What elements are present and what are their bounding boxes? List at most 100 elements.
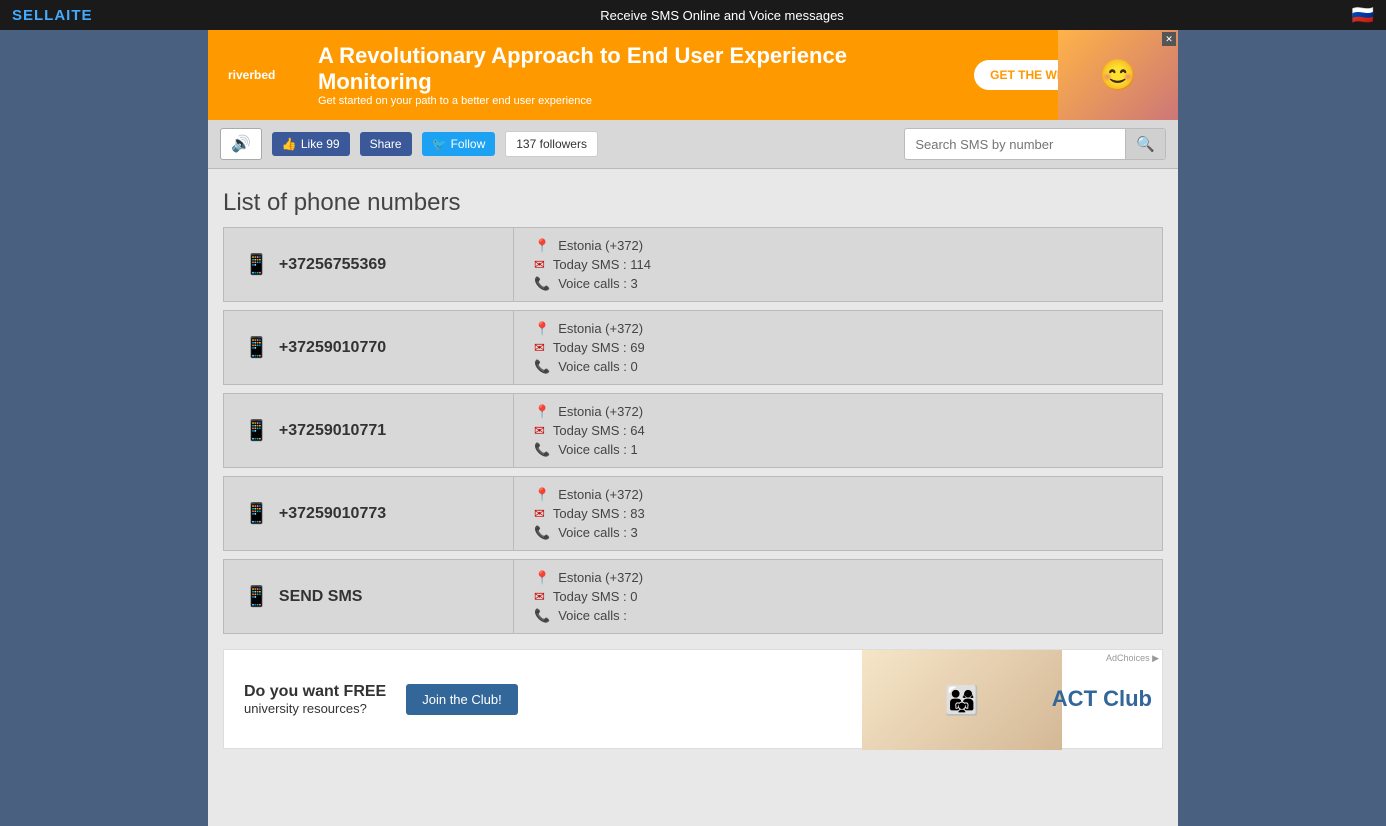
sms-today-value: Today SMS : 114 bbox=[553, 257, 651, 272]
phone-number-link-4[interactable]: 📱 +37259010773 bbox=[224, 477, 514, 550]
phone-icon: 📱 bbox=[244, 252, 269, 277]
phone-number-value: +37256755369 bbox=[279, 256, 386, 274]
ad-banner-top: riverbed A Revolutionary Approach to End… bbox=[208, 30, 1178, 120]
flag-icon: 🇷🇺 bbox=[1352, 5, 1374, 26]
page-title: List of phone numbers bbox=[223, 189, 1163, 217]
ad-bottom-cta-button[interactable]: Join the Club! bbox=[406, 684, 518, 715]
voice-calls-value: Voice calls : 3 bbox=[558, 525, 638, 540]
mail-icon: ✉ bbox=[534, 589, 545, 605]
search-area: 🔍 bbox=[904, 128, 1166, 160]
send-sms-details: 📍 Estonia (+372) ✉ Today SMS : 0 📞 Voice… bbox=[514, 560, 1162, 633]
main-wrapper: riverbed A Revolutionary Approach to End… bbox=[208, 30, 1178, 826]
voice-icon: 📞 bbox=[534, 608, 550, 624]
mail-icon: ✉ bbox=[534, 423, 545, 439]
phone-icon: 📱 bbox=[244, 335, 269, 360]
toolbar: 🔊 👍 Like 99 Share 🐦 Follow 137 followers… bbox=[208, 120, 1178, 169]
location-icon: 📍 bbox=[534, 570, 550, 586]
table-row: 📱 +37259010773 📍 Estonia (+372) ✉ Today … bbox=[223, 476, 1163, 551]
followers-count: 137 bbox=[516, 137, 536, 151]
voice-row: 📞 Voice calls : 3 bbox=[534, 276, 1142, 292]
adchoices-label: AdChoices ▶ bbox=[1106, 653, 1159, 664]
share-label: Share bbox=[370, 137, 402, 151]
ad-bottom-cta-label: Join the Club! bbox=[422, 692, 502, 707]
ad-headline: A Revolutionary Approach to End User Exp… bbox=[318, 43, 954, 96]
country-value: Estonia (+372) bbox=[558, 404, 643, 419]
location-icon: 📍 bbox=[534, 321, 550, 337]
voice-icon: 📞 bbox=[534, 276, 550, 292]
phone-details-4: 📍 Estonia (+372) ✉ Today SMS : 83 📞 Voic… bbox=[514, 477, 1162, 550]
send-sms-button[interactable]: 📱 SEND SMS bbox=[224, 560, 514, 633]
phone-icon: 📱 bbox=[244, 584, 269, 609]
page-title-area: List of phone numbers bbox=[208, 169, 1178, 227]
ad-bottom-headline2: university resources? bbox=[244, 701, 386, 716]
country-value: Estonia (+372) bbox=[558, 487, 643, 502]
table-row: 📱 +37256755369 📍 Estonia (+372) ✉ Today … bbox=[223, 227, 1163, 302]
phone-number-link-2[interactable]: 📱 +37259010770 bbox=[224, 311, 514, 384]
country-value: Estonia (+372) bbox=[558, 238, 643, 253]
send-sms-row: 📱 SEND SMS 📍 Estonia (+372) ✉ Today SMS … bbox=[223, 559, 1163, 634]
topbar: SELLAITE Receive SMS Online and Voice me… bbox=[0, 0, 1386, 30]
facebook-share-button[interactable]: Share bbox=[360, 132, 412, 156]
location-icon: 📍 bbox=[534, 238, 550, 254]
twitter-follow-button[interactable]: 🐦 Follow bbox=[422, 132, 496, 156]
table-row: 📱 +37259010770 📍 Estonia (+372) ✉ Today … bbox=[223, 310, 1163, 385]
follow-label: Follow bbox=[451, 137, 486, 151]
location-icon: 📍 bbox=[534, 487, 550, 503]
voice-icon: 📞 bbox=[534, 442, 550, 458]
tagline: Receive SMS Online and Voice messages bbox=[93, 8, 1352, 23]
phone-details-2: 📍 Estonia (+372) ✉ Today SMS : 69 📞 Voic… bbox=[514, 311, 1162, 384]
like-label: Like 99 bbox=[301, 137, 340, 151]
voice-icon: 📞 bbox=[534, 359, 550, 375]
mail-icon: ✉ bbox=[534, 506, 545, 522]
sms-today-value: Today SMS : 64 bbox=[553, 423, 645, 438]
act-logo: ACT Club bbox=[1052, 686, 1152, 712]
ad-bottom-text: Do you want FREE university resources? bbox=[244, 683, 386, 716]
sms-today-value: Today SMS : 69 bbox=[553, 340, 645, 355]
mail-icon: ✉ bbox=[534, 257, 545, 273]
send-sms-label: SEND SMS bbox=[279, 588, 363, 606]
country-value: Estonia (+372) bbox=[558, 570, 643, 585]
thumbs-up-icon: 👍 bbox=[282, 137, 297, 151]
ad-brand: riverbed bbox=[228, 68, 298, 82]
facebook-like-button[interactable]: 👍 Like 99 bbox=[272, 132, 350, 156]
table-row: 📱 +37259010771 📍 Estonia (+372) ✉ Today … bbox=[223, 393, 1163, 468]
sms-today-value: Today SMS : 0 bbox=[553, 589, 638, 604]
ad-text: A Revolutionary Approach to End User Exp… bbox=[318, 43, 954, 108]
phone-number-link-3[interactable]: 📱 +37259010771 bbox=[224, 394, 514, 467]
country-row: 📍 Estonia (+372) bbox=[534, 238, 1142, 254]
phone-details-3: 📍 Estonia (+372) ✉ Today SMS : 64 📞 Voic… bbox=[514, 394, 1162, 467]
ad-photo: 😊 bbox=[1058, 30, 1178, 120]
phone-number-value: +37259010770 bbox=[279, 339, 386, 357]
sound-button[interactable]: 🔊 bbox=[220, 128, 262, 160]
phone-number-link-1[interactable]: 📱 +37256755369 bbox=[224, 228, 514, 301]
country-value: Estonia (+372) bbox=[558, 321, 643, 336]
ad-inner: riverbed A Revolutionary Approach to End… bbox=[208, 30, 1178, 120]
mail-icon: ✉ bbox=[534, 340, 545, 356]
search-input[interactable] bbox=[905, 131, 1125, 158]
phone-details-1: 📍 Estonia (+372) ✉ Today SMS : 114 📞 Voi… bbox=[514, 228, 1162, 301]
search-button[interactable]: 🔍 bbox=[1125, 129, 1165, 159]
phone-icon: 📱 bbox=[244, 418, 269, 443]
followers-badge: 137 followers bbox=[505, 131, 598, 157]
site-logo: SELLAITE bbox=[12, 7, 93, 24]
voice-icon: 📞 bbox=[534, 525, 550, 541]
ad-banner-bottom: AdChoices ▶ Do you want FREE university … bbox=[223, 649, 1163, 749]
ad-bottom-headline: Do you want FREE bbox=[244, 683, 386, 701]
sms-row: ✉ Today SMS : 114 bbox=[534, 257, 1142, 273]
voice-calls-value: Voice calls : 0 bbox=[558, 359, 638, 374]
ad-subtext: Get started on your path to a better end… bbox=[318, 95, 954, 107]
phone-list: 📱 +37256755369 📍 Estonia (+372) ✉ Today … bbox=[208, 227, 1178, 634]
voice-calls-value: Voice calls : 3 bbox=[558, 276, 638, 291]
voice-calls-value: Voice calls : 1 bbox=[558, 442, 638, 457]
logo-text: SELLAITE bbox=[12, 7, 93, 24]
followers-label: followers bbox=[540, 137, 587, 151]
sms-today-value: Today SMS : 83 bbox=[553, 506, 645, 521]
voice-calls-value: Voice calls : bbox=[558, 608, 627, 623]
sound-icon: 🔊 bbox=[231, 136, 251, 153]
ad-bottom-photo: 👨‍👩‍👧 bbox=[862, 650, 1062, 750]
phone-icon: 📱 bbox=[244, 501, 269, 526]
search-icon: 🔍 bbox=[1136, 136, 1155, 153]
ad-close-button[interactable]: ✕ bbox=[1162, 32, 1176, 46]
twitter-icon: 🐦 bbox=[432, 137, 447, 151]
phone-number-value: +37259010773 bbox=[279, 505, 386, 523]
